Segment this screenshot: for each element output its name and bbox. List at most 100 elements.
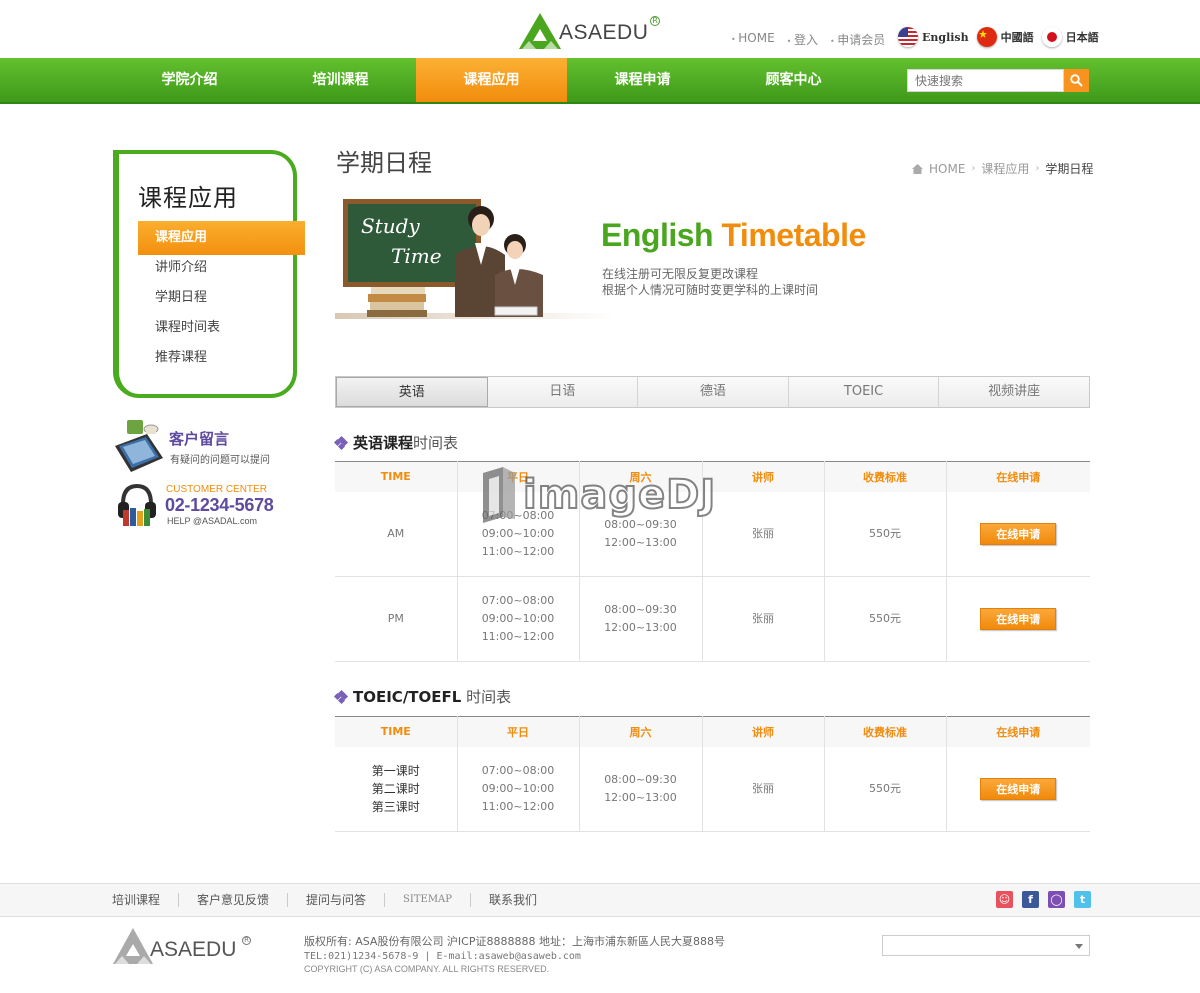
jp-flag-icon [1041,27,1062,47]
cell-teacher: 张丽 [702,491,825,577]
toeic-timetable-heading: TOEIC/TOEFL 时间表 [333,686,512,707]
top-link-login[interactable]: 登入 [787,31,818,48]
apply-online-button[interactable]: 在线申请 [980,608,1057,630]
apply-online-button[interactable]: 在线申请 [980,522,1057,545]
saturday-slot: 08:00~09:30 [604,772,677,786]
saturday-slot: 12:00~13:00 [604,621,677,634]
side-nav: 课程应用 课程应用 讲师介绍 学期日程 课程时间表 推荐课程 [113,150,305,398]
gnb-item-course-request[interactable]: 课程申请 [567,58,718,102]
tab-japanese[interactable]: 日语 [488,377,639,407]
search-button[interactable] [1064,69,1089,92]
footer-logo: ASAEDU R [113,928,251,964]
cell-apply: 在线申请 [946,746,1090,832]
tab-video[interactable]: 视频讲座 [939,377,1089,407]
footer-brand-name: ASAEDU [150,938,237,961]
breadcrumb-current: 学期日程 [1045,162,1094,176]
lang-japanese[interactable]: 日本語 [1041,27,1099,47]
table-row: PM 07:00~08:00 09:00~10:00 11:00~12:00 0… [335,576,1090,662]
customer-center-phone: 02-1234-5678 [165,495,274,515]
gnb-item-customer-center[interactable]: 顾客中心 [718,58,869,102]
board-text-time: Time [391,244,442,268]
saturday-slot: 12:00~13:00 [604,535,677,549]
brand-logo[interactable]: ASAEDU R [519,13,660,49]
cell-teacher: 张丽 [702,576,825,662]
top-link-register[interactable]: 申请会员 [830,31,885,48]
gnb-item-course-apply[interactable]: 课程应用 [416,58,567,102]
weekday-slot: 11:00~12:00 [481,630,555,643]
cell-fee: 550元 [824,576,947,662]
watermark-text: imageDJ [522,471,717,519]
lang-english-label: English [922,30,969,44]
cell-time: PM [335,576,458,662]
breadcrumb-home[interactable]: HOME [929,162,965,176]
top-header: ASAEDU R HOME 登入 申请会员 English [0,0,1200,58]
cell-apply: 在线申请 [946,491,1090,577]
tab-toeic[interactable]: TOEIC [789,377,940,407]
search-icon [1070,74,1083,87]
section2-title-bold: TOEIC/TOEFL [353,688,462,706]
section1-title-normal: 时间表 [413,434,459,452]
watermark: imageDJ [479,465,716,525]
home-icon [912,163,923,174]
tab-english[interactable]: 英语 [336,377,488,407]
quick-search [907,69,1089,92]
col-weekday: 平日 [457,716,580,747]
customer-message-banner[interactable]: 客户留言 有疑问的问题可以提问 [113,416,303,472]
lang-chinese[interactable]: 中國語 [976,27,1034,47]
gnb-item-training[interactable]: 培训课程 [265,58,416,102]
logo-triangle-icon [519,13,561,49]
breadcrumb-section[interactable]: 课程应用 [981,160,1029,177]
cell-time: 第一课时 第二课时 第三课时 [335,746,458,832]
side-nav-item-timetable[interactable]: 课程时间表 [138,313,303,343]
section2-title-normal: 时间表 [466,688,512,706]
facebook-icon[interactable]: f [1022,891,1039,908]
col-teacher: 讲师 [702,461,825,492]
side-nav-item-term-schedule[interactable]: 学期日程 [138,283,303,313]
footer-link-training[interactable]: 培训课程 [112,893,180,907]
logo-triangle-icon [113,928,153,964]
english-timetable-heading: 英语课程时间表 [333,432,459,453]
twitter-icon[interactable]: t [1074,891,1091,908]
search-input[interactable] [907,69,1064,92]
col-fee: 收费标准 [824,461,947,492]
footer-link-sitemap[interactable]: SITEMAP [385,893,472,907]
top-link-home[interactable]: HOME [731,31,774,48]
registered-mark: R [650,16,660,26]
diamond-bullet-icon [333,689,349,704]
footer-company-line: 版权所有: ASA股份有限公司 沪ICP证8888888 地址：上海市浦东新區人… [304,935,725,948]
weekday-slot: 11:00~12:00 [481,799,555,813]
footer-copyright: COPYRIGHT (C) ASA COMPANY. ALL RIGHTS RE… [304,964,550,974]
footer-link-feedback[interactable]: 客户意见反馈 [179,893,289,907]
chat-bubble-icon[interactable]: ◯ [1048,891,1065,908]
footer-link-contact[interactable]: 联系我们 [471,893,555,907]
cell-time: AM [335,491,458,577]
lang-chinese-label: 中國語 [1000,31,1034,44]
footer-link-qna[interactable]: 提问与问答 [288,893,386,907]
apply-online-button[interactable]: 在线申请 [980,777,1057,800]
registered-mark: R [242,936,251,945]
language-switcher: English 中國語 日本語 [898,27,1099,47]
cell-weekday: 07:00~08:00 09:00~10:00 11:00~12:00 [457,746,580,832]
col-apply: 在线申请 [946,461,1090,492]
col-time: TIME [335,716,458,747]
diamond-bullet-icon [333,435,349,450]
cell-saturday: 08:00~09:30 12:00~13:00 [579,746,703,832]
cell-fee: 550元 [824,746,947,832]
side-nav-item-teachers[interactable]: 讲师介绍 [138,253,303,283]
tab-german[interactable]: 德语 [638,377,789,407]
brand-name: ASAEDU [559,21,649,44]
weekday-slot: 09:00~10:00 [481,612,555,625]
gnb-item-about[interactable]: 学院介绍 [114,58,265,102]
family-site-select[interactable] [882,935,1090,956]
weekday-slot: 11:00~12:00 [481,544,555,558]
side-nav-item-recommended[interactable]: 推荐课程 [138,343,303,373]
global-nav: 学院介绍 培训课程 课程应用 课程申请 顾客中心 [0,58,1200,104]
side-nav-title: 课程应用 [138,184,238,212]
timetable-banner: Study Time English Timetable 在线注册可无限反复更改… [335,195,1090,325]
banner-title: English Timetable [601,217,866,254]
col-saturday: 周六 [579,716,703,747]
lang-english[interactable]: English [898,27,969,47]
chevron-right-icon: › [971,163,976,174]
kakao-icon[interactable]: ☺ [996,891,1013,908]
side-nav-item-course-apply[interactable]: 课程应用 [138,221,305,255]
